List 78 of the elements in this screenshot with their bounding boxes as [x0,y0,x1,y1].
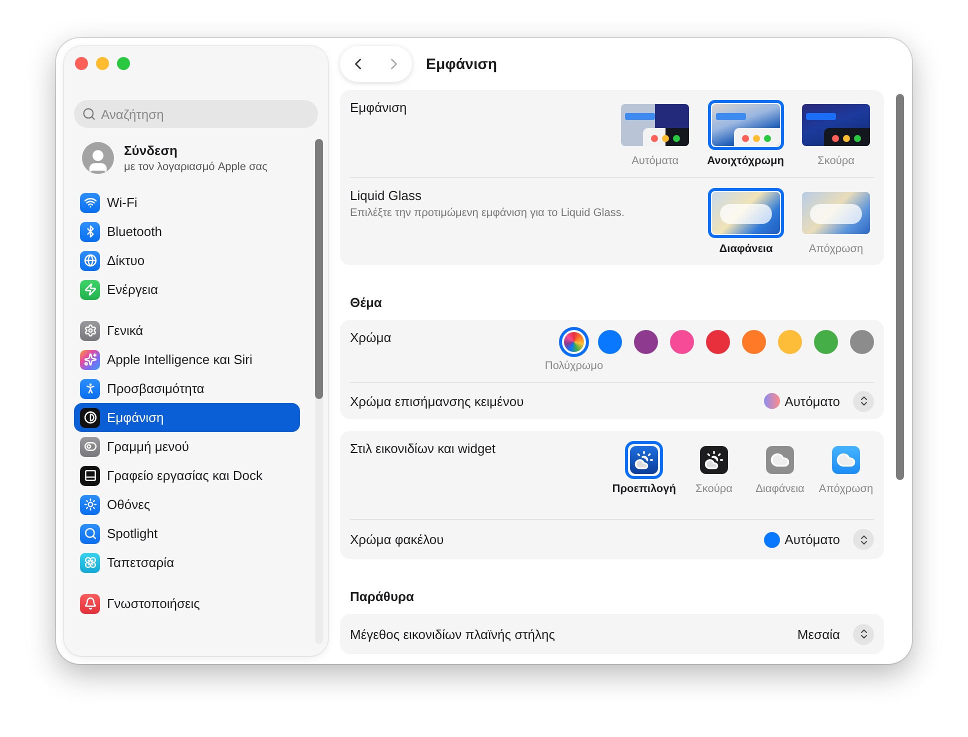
row-description: Επιλέξτε την προτιμώμενη εμφάνιση για το Liquid Glass. [350,207,624,219]
popup-button[interactable]: Αυτόματο [764,529,874,550]
globe-icon [80,250,100,270]
sidebar-item[interactable]: Προσβασιμότητα [74,374,300,403]
stepper-icon [853,624,874,644]
sidebar-item[interactable]: Ενέργεια [74,275,300,304]
popup-button[interactable]: Αυτόματο [764,390,874,412]
option-label: Διαφάνεια [756,483,804,495]
sidebar-item[interactable]: Γραμμή μενού [74,432,300,461]
stepper-icon [853,390,874,412]
glass-thumbnail[interactable] [708,188,784,238]
bell-icon [80,594,100,614]
sidebar-item[interactable]: Γραφείο εργασίας και Dock [74,461,300,490]
color-swatch[interactable] [559,327,589,357]
scrollbar-thumb[interactable] [315,139,323,399]
swatch-label: Πολύχρωμο [544,360,604,372]
row-label: Μέγεθος εικονιδίων πλαϊνής στήλης [350,626,555,642]
row-label: Εμφάνιση [350,100,407,115]
option-label: Διαφάνεια [719,243,773,255]
option-label: Απόχρωση [808,243,864,255]
account-subtitle: με τον λογαριασμό Apple σας [124,161,268,173]
weather-app-icon[interactable] [625,441,664,479]
toggle-icon [80,436,100,456]
color-swatch[interactable] [850,330,874,354]
dock-icon [80,466,100,486]
account-name[interactable]: Σύνδεση [124,143,268,158]
sidebar-item[interactable]: Ταπετσαρία [74,548,300,577]
avatar-icon[interactable] [82,142,114,174]
option-label: Αυτόματα [632,155,679,167]
sidebar-item[interactable]: Δίκτυο [74,246,300,275]
color-dot-icon [764,532,780,548]
option-label: Ανοιχτόχρωμη [707,155,784,167]
stepper-icon [853,529,874,550]
close-button[interactable] [75,57,88,70]
sidebar-item[interactable]: Apple Intelligence και Siri [74,345,300,374]
bluetooth-icon [80,222,100,242]
window-title: Εμφάνιση [426,56,498,72]
row-label: Στιλ εικονιδίων και widget [350,441,496,456]
appearance-thumbnail[interactable] [708,100,784,150]
row-label: Χρώμα [350,330,392,345]
gear-icon [80,320,100,340]
popup-button[interactable]: Μεσαία [797,624,874,644]
row-label: Χρώμα επισήμανσης κειμένου [350,394,524,408]
sidebar-item[interactable]: Γενικά [74,316,300,345]
search-field[interactable]: Αναζήτηση [74,100,318,128]
wifi-icon [80,192,100,212]
sidebar-item[interactable]: Bluetooth [74,217,300,246]
color-swatch[interactable] [598,330,622,354]
row-label: Liquid Glass [350,188,423,203]
sun-icon [80,494,100,514]
color-dot-icon [764,393,780,409]
option-label: Σκούρα [696,483,732,495]
magnifier-icon [80,524,100,544]
lightning-icon [80,280,100,300]
color-swatch[interactable] [634,330,658,354]
zoom-button[interactable] [117,57,130,70]
section-heading: Παράθυρα [349,588,416,606]
option-label: Προεπιλογή [612,483,676,495]
contrast-icon [80,408,100,428]
color-swatch[interactable] [742,330,766,354]
sidebar-item[interactable]: Wi-Fi [74,188,300,217]
flower-icon [80,552,100,572]
scrollbar-thumb[interactable] [896,94,904,480]
color-swatch[interactable] [670,330,694,354]
person-icon [80,378,100,398]
section-heading: Θέμα [349,294,383,312]
sidebar-item[interactable]: Εμφάνιση [74,403,300,432]
option-label: Σκούρα [818,155,854,167]
color-swatch[interactable] [778,330,802,354]
sidebar-item[interactable]: Οθόνες [74,490,300,519]
search-icon [82,107,96,121]
color-swatch[interactable] [706,330,730,354]
sidebar-item[interactable]: Γνωστοποιήσεις [74,589,300,618]
option-label: Απόχρωση [818,483,874,495]
row-label: Χρώμα φακέλου [350,532,444,547]
sparkle-icon [80,350,100,370]
color-swatch[interactable] [814,330,838,354]
sidebar-item[interactable]: Spotlight [74,519,300,548]
